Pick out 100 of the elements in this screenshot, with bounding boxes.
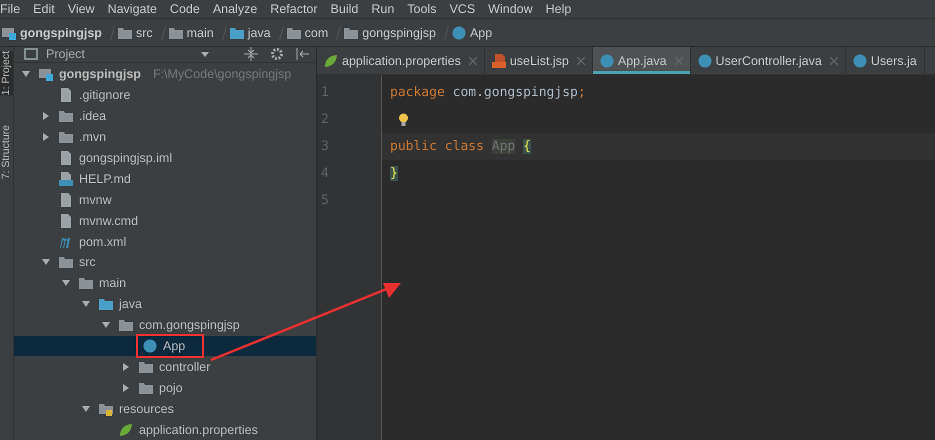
tree-item[interactable]: pom.xml <box>14 231 316 252</box>
editor-tab[interactable]: UserController.java <box>690 47 846 74</box>
tool-window-tab[interactable]: 7: Structure <box>0 125 13 180</box>
tree-item[interactable]: gongspingjsp.iml <box>14 148 316 168</box>
expanded-arrow-icon[interactable] <box>21 69 31 80</box>
settings-icon[interactable] <box>270 47 284 62</box>
expanded-arrow-icon[interactable] <box>81 299 91 310</box>
menu-item[interactable]: Analyze <box>212 2 258 16</box>
tree-item[interactable]: controller <box>14 356 316 378</box>
tree-item[interactable]: resources <box>14 398 316 420</box>
expanded-arrow-icon[interactable] <box>81 404 91 414</box>
tree-item[interactable]: java <box>14 294 316 315</box>
editor-tab[interactable]: application.properties <box>317 47 485 74</box>
collapsed-arrow-icon[interactable] <box>121 382 131 393</box>
tree-label: controller <box>137 360 212 374</box>
class-icon <box>600 54 614 68</box>
menu-item[interactable]: Run <box>371 2 394 16</box>
tree-item[interactable]: gongspingjsp F:\MyCode\gongspingjsp <box>14 64 316 85</box>
tree-item[interactable]: mvnw.cmd <box>14 210 316 232</box>
tree-label: .gitignore <box>57 88 132 102</box>
folder-icon <box>168 26 183 40</box>
panel-title[interactable]: Project <box>24 47 85 62</box>
hide-icon[interactable] <box>296 47 310 62</box>
leaf-icon <box>119 422 133 437</box>
editor-tab[interactable]: useList.jsp <box>484 47 593 74</box>
menu-item[interactable]: VCS <box>449 2 476 16</box>
tree-item[interactable]: application.properties <box>14 419 316 440</box>
window-icon <box>24 47 38 62</box>
class-icon <box>852 54 867 68</box>
folder-icon <box>59 109 73 124</box>
tree-item[interactable]: mvnw <box>14 189 316 210</box>
menu-item[interactable]: Navigate <box>108 2 157 16</box>
tree-label: com.gongspingjsp <box>117 318 242 332</box>
breadcrumb-item[interactable]: src <box>118 26 153 40</box>
menu-item[interactable]: File <box>0 2 20 16</box>
folder-icon <box>59 255 73 270</box>
expanded-arrow-icon[interactable] <box>101 320 111 330</box>
menu-item[interactable]: Code <box>170 2 200 16</box>
tree-label: application.properties <box>117 422 260 437</box>
dropdown-icon[interactable] <box>200 52 209 57</box>
folder-icon <box>99 297 113 312</box>
package-icon <box>119 318 133 332</box>
package-icon <box>139 360 153 374</box>
tree-item[interactable]: App <box>14 336 316 356</box>
breadcrumb-item[interactable]: java <box>230 26 271 40</box>
tree-label: src <box>57 255 98 270</box>
tool-window-tab[interactable]: 1: Project <box>0 51 13 96</box>
tree-item[interactable]: .gitignore <box>14 84 316 106</box>
menu-item[interactable]: View <box>68 2 95 16</box>
tree-label: App <box>141 338 200 353</box>
tree-item[interactable]: src <box>14 252 316 273</box>
folder-icon <box>230 26 244 40</box>
menu-item[interactable]: Window <box>488 2 533 16</box>
tree-item[interactable]: .idea <box>14 106 316 127</box>
lightbulb-icon[interactable] <box>398 112 409 126</box>
breadcrumb-item[interactable]: gongspingjsp <box>2 26 102 40</box>
class-icon <box>452 26 466 40</box>
breadcrumb-item[interactable]: gongspingjsp <box>344 26 436 40</box>
expanded-arrow-icon[interactable] <box>41 257 51 268</box>
resources-folder-icon <box>99 402 113 416</box>
jsp-file-icon <box>492 54 506 68</box>
collapsed-arrow-icon[interactable] <box>121 362 131 372</box>
tree-label: pom.xml <box>57 234 128 249</box>
menu-item[interactable]: Edit <box>33 2 55 16</box>
project-folder-icon <box>39 67 53 82</box>
folder-icon <box>79 276 93 290</box>
tree-label: resources <box>97 402 176 416</box>
tree-label: gongspingjsp.iml <box>57 150 174 165</box>
tree-item[interactable]: pojo <box>14 377 316 398</box>
collapse-icon[interactable] <box>244 47 258 62</box>
file-icon <box>59 192 73 207</box>
tree-item[interactable]: com.gongspingjsp <box>14 314 316 336</box>
menu-item[interactable]: Tools <box>407 2 436 16</box>
menu-item[interactable]: Refactor <box>270 2 318 16</box>
class-icon <box>143 338 157 353</box>
breadcrumb-item[interactable]: com <box>286 26 328 40</box>
tree-item[interactable]: main <box>14 272 316 294</box>
menu-item[interactable]: Build <box>330 2 358 16</box>
collapsed-arrow-icon[interactable] <box>41 111 51 122</box>
tree-label: main <box>77 276 128 290</box>
editor-tab[interactable]: App.java <box>592 47 691 74</box>
breadcrumb-item[interactable]: App <box>452 26 492 40</box>
breadcrumb-item[interactable]: main <box>168 26 214 40</box>
folder-icon <box>286 26 301 40</box>
menu-item[interactable]: Help <box>546 2 572 16</box>
leaf-icon <box>324 54 338 68</box>
class-icon <box>698 54 712 68</box>
folder-icon <box>118 26 132 40</box>
editor-tab[interactable]: Users.ja <box>846 47 925 74</box>
tree-label: gongspingjsp <box>37 67 143 82</box>
package-icon <box>139 380 153 395</box>
project-path: F:\MyCode\gongspingjsp <box>152 67 292 82</box>
folder-icon <box>59 130 73 144</box>
tree-item[interactable]: HELP.md <box>14 168 316 190</box>
tree-item[interactable]: .mvn <box>14 126 316 148</box>
code-line: package com.gongspingjsp; <box>390 85 586 100</box>
markdown-file-icon <box>59 172 73 186</box>
tree-label: HELP.md <box>57 172 133 186</box>
expanded-arrow-icon[interactable] <box>61 278 71 288</box>
collapsed-arrow-icon[interactable] <box>41 132 51 142</box>
